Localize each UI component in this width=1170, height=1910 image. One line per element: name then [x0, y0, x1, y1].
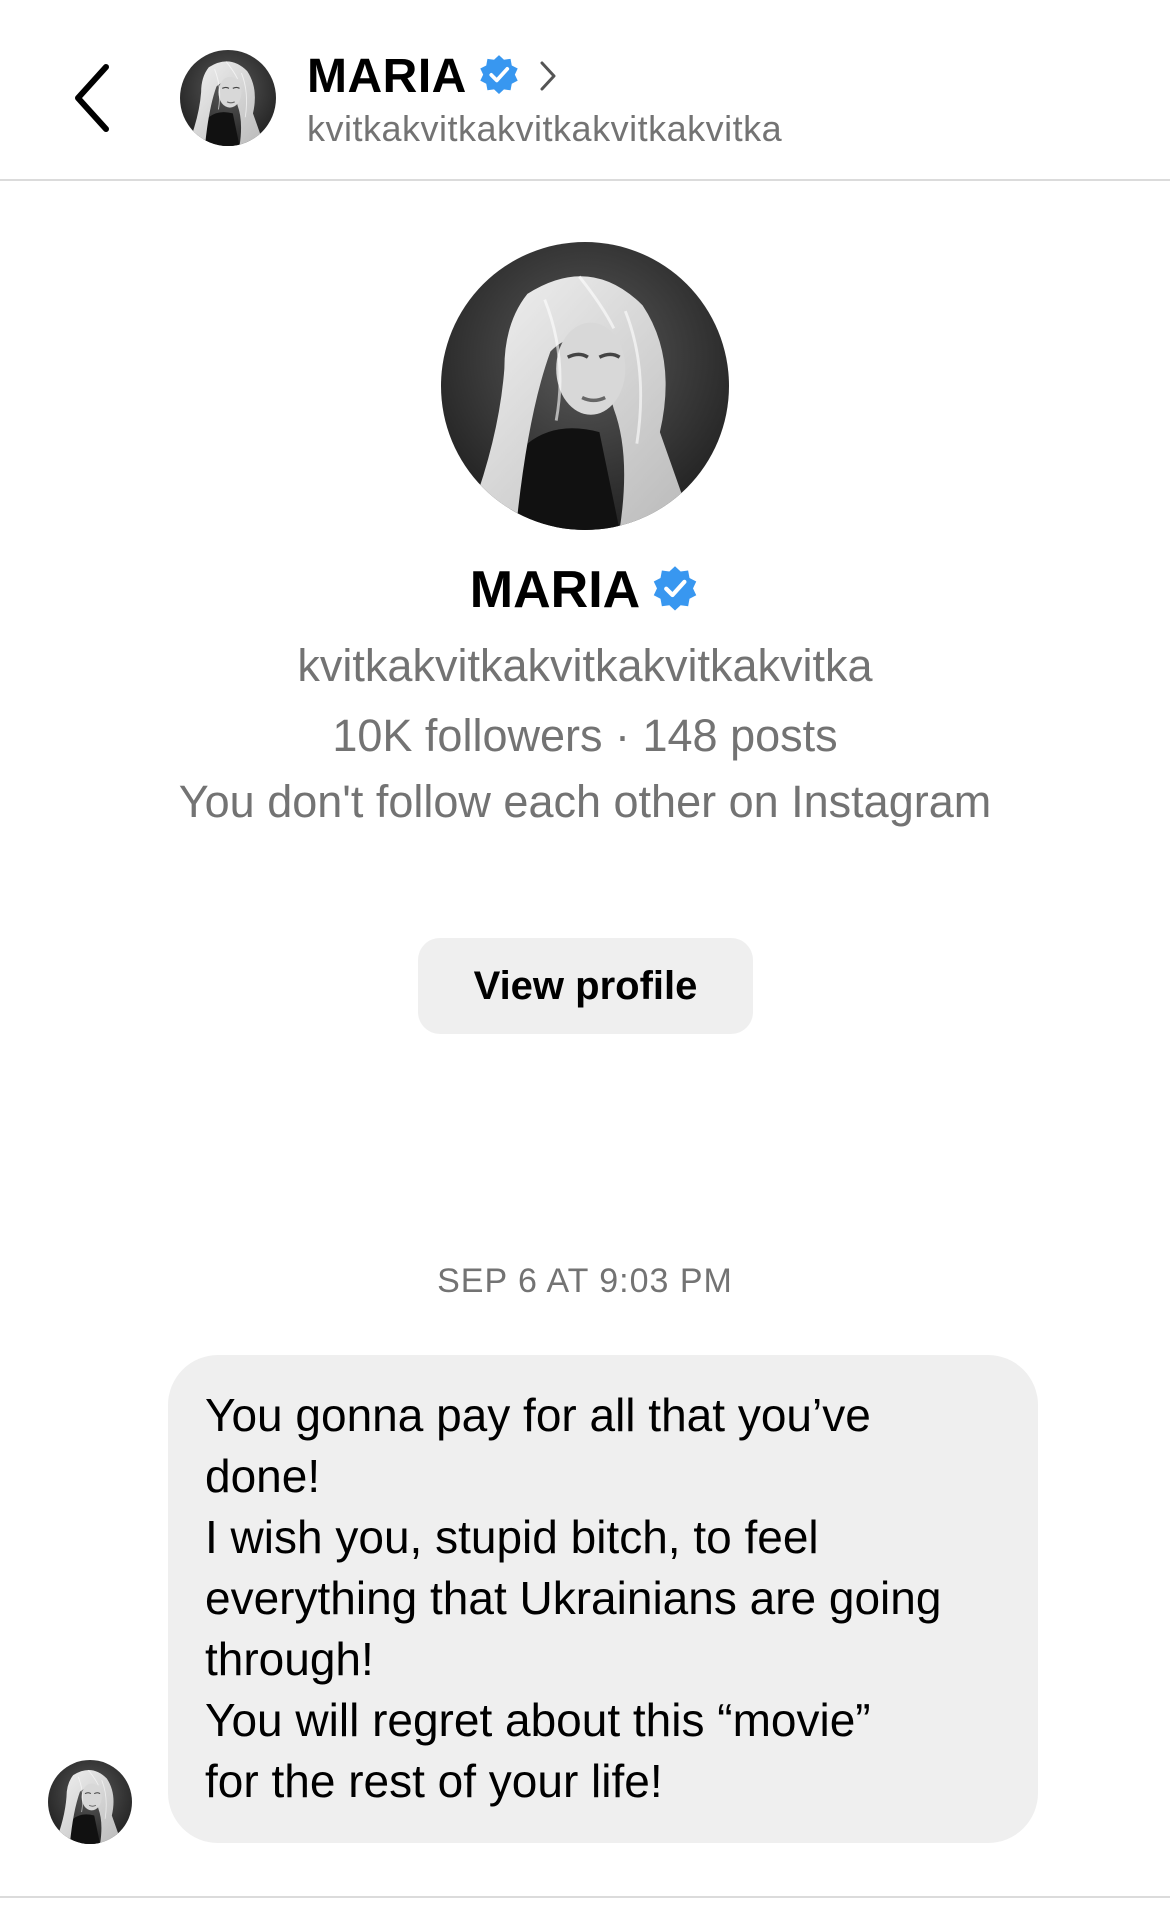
header-title[interactable]: MARIA: [307, 46, 557, 106]
chevron-left-icon: [72, 63, 112, 133]
header-username: kvitkakvitkakvitkakvitkakvitka: [307, 108, 783, 149]
message-line: done!: [205, 1450, 321, 1502]
header-name: MARIA: [307, 49, 467, 103]
direct-thread-screen: MARIA kvitkakvitkakvitkakvitkakvitka MAR…: [0, 0, 1170, 1910]
message-line: You will regret about this “movie”: [205, 1694, 871, 1746]
divider: [0, 1896, 1170, 1898]
message-line: for the rest of your life!: [205, 1755, 663, 1807]
profile-avatar[interactable]: [441, 242, 729, 530]
message-line: I wish you, stupid bitch, to feel: [205, 1511, 819, 1563]
message-timestamp: SEP 6 AT 9:03 PM: [437, 1262, 733, 1300]
verified-badge-icon: [650, 565, 700, 615]
back-button[interactable]: [62, 58, 122, 138]
thread-header: MARIA kvitkakvitkakvitkakvitkakvitka: [0, 0, 1170, 181]
message-line: everything that Ukrainians are going: [205, 1572, 942, 1624]
message-bubble[interactable]: You gonna pay for all that you’ve done! …: [168, 1355, 1038, 1843]
profile-stats: 10K followers · 148 posts: [332, 710, 838, 761]
verified-badge-icon: [477, 54, 521, 98]
view-profile-button[interactable]: View profile: [418, 938, 753, 1034]
profile-username: kvitkakvitkakvitkakvitkakvitka: [297, 640, 873, 691]
profile-title: MARIA: [0, 560, 1170, 620]
header-avatar[interactable]: [180, 50, 276, 146]
follow-relation: You don't follow each other on Instagram: [178, 776, 992, 827]
profile-name: MARIA: [469, 561, 641, 619]
message-line: You gonna pay for all that you’ve: [205, 1389, 871, 1441]
sender-avatar[interactable]: [48, 1760, 132, 1844]
chevron-right-icon: [539, 60, 557, 92]
message-line: through!: [205, 1633, 374, 1685]
